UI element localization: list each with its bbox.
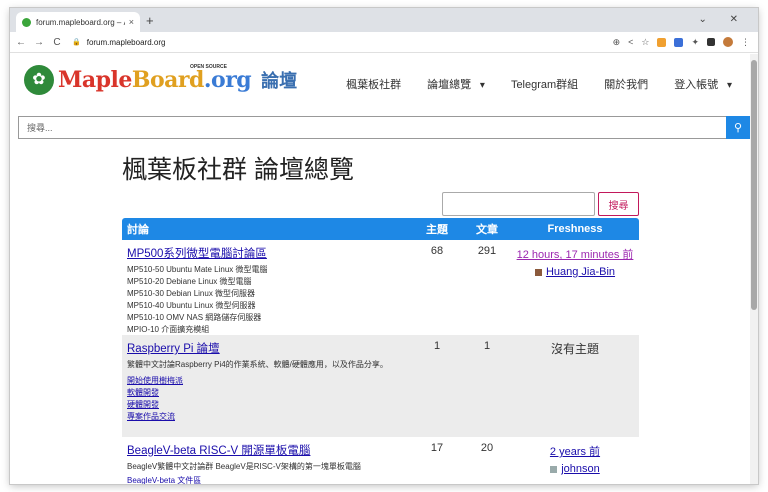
subforum-link[interactable]: BeagleV-beta 文件區: [127, 475, 411, 484]
freshness-link[interactable]: 2 years 前: [550, 446, 600, 458]
forum-search-button[interactable]: 搜尋: [598, 192, 639, 216]
subforum-link[interactable]: 軟體開發: [127, 387, 411, 399]
forum-description: BeagleV繁體中文討論群 BeagleV是RISC-V架構的第一塊單板電腦: [127, 462, 361, 471]
new-tab-button[interactable]: +: [146, 13, 154, 28]
address-bar[interactable]: 🔒 forum.mapleboard.org: [72, 34, 613, 50]
back-button[interactable]: ←: [14, 37, 28, 48]
logo-opensource-tag: OPEN SOURCE: [190, 64, 227, 70]
forum-search-input[interactable]: [442, 192, 595, 216]
header-forum: 討論: [127, 224, 149, 236]
desc-line: MP510-40 Ubuntu Linux 微型伺服器: [127, 301, 256, 310]
browser-tab[interactable]: forum.mapleboard.org – Ā ×: [16, 12, 140, 32]
nav-login[interactable]: 登入帳號: [674, 76, 732, 92]
browser-toolbar: ← → C 🔒 forum.mapleboard.org ⊕ < ☆ ✦ ⋮: [10, 32, 758, 53]
topic-count: 68: [430, 245, 444, 257]
site-header: ✿ MapleBoard.org OPEN SOURCE 論壇 楓葉板社群 論壇…: [10, 54, 750, 112]
author-avatar: [534, 268, 542, 276]
share-icon[interactable]: <: [628, 37, 633, 47]
no-topics-text: 沒有主題: [550, 342, 599, 356]
extension-icon[interactable]: [657, 37, 667, 47]
nav-about[interactable]: 關於我們: [604, 76, 648, 92]
desc-line: MP510-20 Debiane Linux 微型電腦: [127, 277, 252, 286]
page-title: 楓葉板社群 論壇總覽: [122, 156, 354, 184]
subforum-link[interactable]: 專案作品交流: [127, 411, 411, 423]
post-count: 1: [483, 340, 491, 352]
table-row: BeagleV-beta RISC-V 開源單板電腦 BeagleV繁體中文討論…: [122, 437, 639, 484]
header-posts: 文章: [476, 224, 498, 236]
logo-part-maple: Maple: [58, 67, 132, 93]
forum-title-link[interactable]: Raspberry Pi 論壇: [127, 340, 411, 356]
site-search-input[interactable]: 搜尋...: [18, 116, 750, 139]
url-text: forum.mapleboard.org: [86, 37, 166, 47]
author-avatar: [550, 465, 558, 473]
header-freshness: Freshness: [547, 223, 603, 235]
scrollbar-thumb[interactable]: [751, 60, 757, 310]
topic-count: 1: [433, 340, 441, 352]
forum-description: MP510-50 Ubuntu Mate Linux 微型電腦 MP510-20…: [127, 264, 411, 336]
author-link[interactable]: johnson: [561, 463, 600, 475]
menu-icon[interactable]: ⋮: [741, 37, 750, 48]
tab-strip: forum.mapleboard.org – Ā × + ⌄ ✕: [10, 8, 758, 32]
freshness-link[interactable]: 12 hours, 17 minutes 前: [517, 249, 634, 261]
desc-line: MP510-50 Ubuntu Mate Linux 微型電腦: [127, 265, 268, 274]
header-topics: 主題: [426, 224, 448, 236]
forum-table: 討論 主題 文章 Freshness MP500系列微型電腦討論區 MP510-…: [122, 218, 639, 484]
search-button[interactable]: ⚲: [726, 116, 750, 139]
sidepanel-icon[interactable]: [707, 38, 715, 46]
bookmark-star-icon[interactable]: ☆: [641, 37, 649, 48]
logo-part-board: Board: [131, 67, 205, 93]
page-scrollbar[interactable]: [750, 54, 758, 484]
browser-window: forum.mapleboard.org – Ā × + ⌄ ✕ ← → C 🔒…: [10, 8, 758, 484]
main-nav: 楓葉板社群 論壇總覽 Telegram群組 關於我們 登入帳號: [346, 76, 732, 92]
desc-line: MP510-30 Debian Linux 微型伺服器: [127, 289, 256, 298]
subforum-list: 開始使用樹梅派 軟體開發 硬體開發 專案作品交流: [127, 375, 411, 423]
toolbar-icons: ⊕ < ☆ ✦ ⋮: [613, 37, 750, 48]
favicon-icon: [22, 17, 31, 27]
zoom-icon[interactable]: ⊕: [613, 37, 621, 48]
puzzle-icon[interactable]: ✦: [691, 37, 699, 48]
post-count: 291: [477, 245, 497, 257]
topic-count: 17: [430, 442, 444, 454]
post-count: 20: [480, 442, 494, 454]
close-tab-icon[interactable]: ×: [129, 17, 134, 27]
table-header: 討論 主題 文章 Freshness: [122, 218, 639, 240]
reload-button[interactable]: C: [50, 37, 64, 48]
profile-avatar[interactable]: [723, 37, 733, 47]
lock-icon[interactable]: 🔒: [72, 38, 81, 46]
forum-title-link[interactable]: BeagleV-beta RISC-V 開源單板電腦: [127, 442, 411, 458]
tab-title: forum.mapleboard.org – Ā: [36, 17, 125, 27]
desc-line: MP510-10 OMV NAS 網路儲存伺服器: [127, 313, 262, 322]
table-row: MP500系列微型電腦討論區 MP510-50 Ubuntu Mate Linu…: [122, 240, 639, 335]
nav-forum-overview[interactable]: 論壇總覽: [427, 76, 485, 92]
author-link[interactable]: Huang Jia-Bin: [546, 266, 615, 278]
desc-line: MPIO-10 介面擴充模組: [127, 325, 210, 334]
web-page: ✿ MapleBoard.org OPEN SOURCE 論壇 楓葉板社群 論壇…: [10, 54, 750, 484]
maple-leaf-icon: ✿: [24, 65, 54, 95]
logo-wordmark: MapleBoard.org: [58, 67, 252, 93]
forward-button[interactable]: →: [32, 37, 46, 48]
forum-title-link[interactable]: MP500系列微型電腦討論區: [127, 245, 411, 261]
subforum-list: BeagleV-beta 文件區: [127, 475, 411, 484]
window-controls[interactable]: ⌄ ✕: [698, 14, 748, 25]
logo-part-org: .org: [203, 67, 252, 93]
site-logo[interactable]: ✿ MapleBoard.org OPEN SOURCE 論壇: [24, 64, 298, 95]
nav-telegram[interactable]: Telegram群組: [511, 76, 578, 92]
table-row: Raspberry Pi 論壇 繁體中文討論Raspberry Pi4的作業系統…: [122, 335, 639, 437]
search-icon: ⚲: [733, 122, 743, 134]
logo-suffix: 論壇: [261, 71, 298, 91]
extension-icon[interactable]: [674, 37, 684, 47]
subforum-link[interactable]: 硬體開發: [127, 399, 411, 411]
nav-community[interactable]: 楓葉板社群: [346, 76, 401, 92]
subforum-link[interactable]: 開始使用樹梅派: [127, 375, 411, 387]
search-placeholder: 搜尋...: [27, 123, 53, 133]
forum-description: 繁體中文討論Raspberry Pi4的作業系統、軟體/硬體應用，以及作品分享。: [127, 360, 388, 369]
